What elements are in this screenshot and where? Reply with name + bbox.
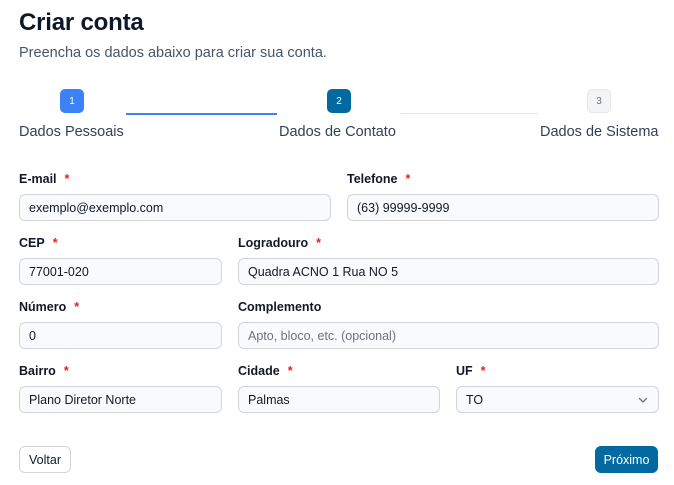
- cidade-label: Cidade *: [238, 364, 293, 378]
- next-button[interactable]: Próximo: [595, 446, 658, 473]
- complemento-label: Complemento: [238, 300, 322, 314]
- required-mark: *: [287, 364, 293, 378]
- cidade-field[interactable]: Palmas: [238, 386, 440, 413]
- back-button[interactable]: Voltar: [19, 446, 71, 473]
- required-mark: *: [52, 236, 58, 250]
- required-mark: *: [316, 236, 322, 250]
- step-1-number: 1: [60, 89, 84, 113]
- required-mark: *: [74, 300, 80, 314]
- email-label: E-mail *: [19, 172, 70, 186]
- page-title: Criar conta: [19, 9, 144, 36]
- required-mark: *: [63, 364, 69, 378]
- required-mark: *: [64, 172, 70, 186]
- cep-field[interactable]: 77001-020: [19, 258, 222, 285]
- bairro-label: Bairro *: [19, 364, 69, 378]
- chevron-down-icon: [638, 397, 648, 403]
- telefone-field[interactable]: (63) 99999-9999: [347, 194, 659, 221]
- uf-select-value: TO: [466, 392, 484, 407]
- step-3-label: Dados de Sistema: [540, 124, 659, 140]
- page-subtitle: Preencha os dados abaixo para criar sua …: [19, 45, 327, 61]
- required-mark: *: [480, 364, 486, 378]
- required-mark: *: [405, 172, 411, 186]
- logradouro-label: Logradouro *: [238, 236, 322, 250]
- step-connector-2: [401, 113, 538, 114]
- step-1-label: Dados Pessoais: [19, 124, 124, 140]
- step-2-label: Dados de Contato: [279, 124, 396, 140]
- step-connector-1: [126, 113, 277, 115]
- telefone-label: Telefone *: [347, 172, 411, 186]
- uf-label: UF *: [456, 364, 486, 378]
- step-3-number: 3: [587, 89, 611, 113]
- email-field[interactable]: exemplo@exemplo.com: [19, 194, 331, 221]
- numero-label: Número *: [19, 300, 80, 314]
- complemento-field[interactable]: Apto, bloco, etc. (opcional): [238, 322, 659, 349]
- numero-field[interactable]: 0: [19, 322, 222, 349]
- bairro-field[interactable]: Plano Diretor Norte: [19, 386, 222, 413]
- cep-label: CEP *: [19, 236, 58, 250]
- uf-select[interactable]: TO: [456, 386, 659, 413]
- step-2-number: 2: [327, 89, 351, 113]
- logradouro-field[interactable]: Quadra ACNO 1 Rua NO 5: [238, 258, 659, 285]
